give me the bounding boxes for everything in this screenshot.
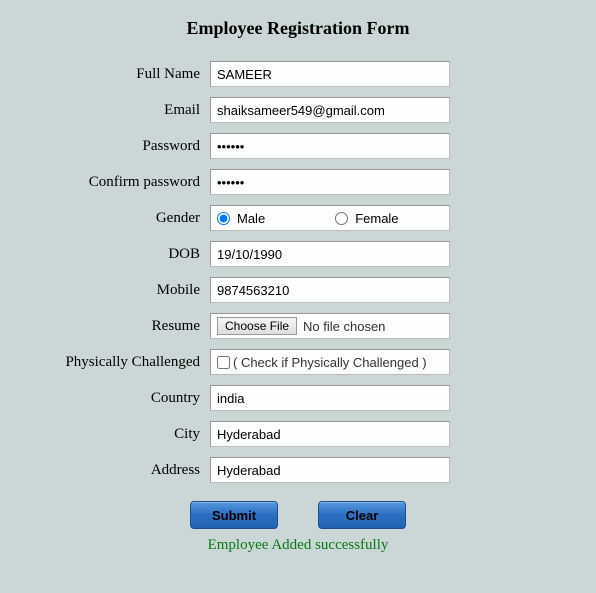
gender-group: Male Female: [210, 205, 450, 231]
file-status-text: No file chosen: [303, 319, 385, 334]
radio-male-text: Male: [237, 211, 265, 226]
label-fullname: Full Name: [0, 66, 210, 83]
label-physically-challenged: Physically Challenged: [0, 354, 210, 371]
city-input[interactable]: [210, 421, 450, 447]
label-confirm-password: Confirm password: [0, 174, 210, 191]
physically-challenged-text: ( Check if Physically Challenged ): [233, 355, 427, 370]
status-message: Employee Added successfully: [0, 537, 596, 554]
clear-button[interactable]: Clear: [318, 501, 406, 529]
password-input[interactable]: [210, 133, 450, 159]
email-input[interactable]: [210, 97, 450, 123]
submit-button[interactable]: Submit: [190, 501, 278, 529]
country-input[interactable]: [210, 385, 450, 411]
mobile-input[interactable]: [210, 277, 450, 303]
label-mobile: Mobile: [0, 282, 210, 299]
label-country: Country: [0, 390, 210, 407]
physically-challenged-checkbox[interactable]: [217, 356, 230, 369]
label-address: Address: [0, 462, 210, 479]
radio-male[interactable]: [217, 212, 230, 225]
radio-female-label[interactable]: Female: [335, 211, 398, 226]
label-email: Email: [0, 102, 210, 119]
dob-input[interactable]: [210, 241, 450, 267]
label-city: City: [0, 426, 210, 443]
label-resume: Resume: [0, 318, 210, 335]
page-title: Employee Registration Form: [0, 18, 596, 39]
physically-challenged-box: ( Check if Physically Challenged ): [210, 349, 450, 375]
fullname-input[interactable]: [210, 61, 450, 87]
label-gender: Gender: [0, 210, 210, 227]
radio-male-label[interactable]: Male: [217, 211, 265, 226]
address-input[interactable]: [210, 457, 450, 483]
confirm-password-input[interactable]: [210, 169, 450, 195]
label-password: Password: [0, 138, 210, 155]
radio-female[interactable]: [335, 212, 348, 225]
resume-box: Choose File No file chosen: [210, 313, 450, 339]
label-dob: DOB: [0, 246, 210, 263]
radio-female-text: Female: [355, 211, 398, 226]
choose-file-button[interactable]: Choose File: [217, 317, 297, 335]
